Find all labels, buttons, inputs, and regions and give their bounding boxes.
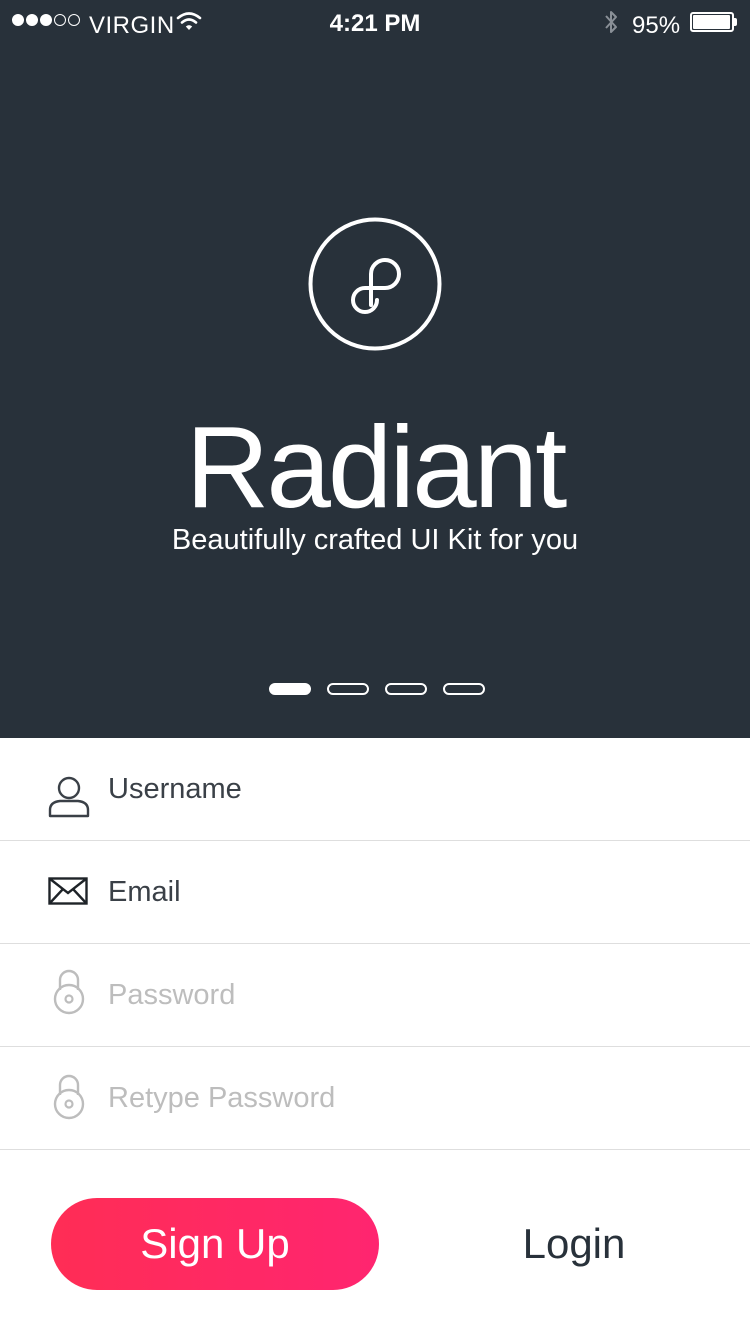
email-input[interactable] [108,841,708,943]
page-dot-1[interactable] [269,683,311,695]
username-row [0,738,750,841]
sign-up-button[interactable]: Sign Up [51,1198,379,1290]
user-icon [48,776,90,818]
app-title: Radiant [185,402,568,532]
email-row [0,841,750,944]
page-indicator [269,683,485,695]
status-bar: VIRGIN 4:21 PM 95% [0,0,750,48]
signup-form [0,738,750,1150]
password-input[interactable] [108,944,708,1046]
battery-icon [690,12,738,32]
retype-password-input[interactable] [108,1047,708,1149]
lock-icon [53,969,85,1015]
page-dot-2[interactable] [327,683,369,695]
retype-password-row [0,1047,750,1150]
lock-icon [53,1074,85,1120]
hero-banner: VIRGIN 4:21 PM 95% Radiant Beautifully c… [0,0,750,738]
username-input[interactable] [108,738,708,840]
page-dot-4[interactable] [443,683,485,695]
signup-screen: VIRGIN 4:21 PM 95% Radiant Beautifully c… [0,0,750,1334]
bluetooth-icon [605,11,617,33]
mail-icon [48,877,88,905]
login-button[interactable]: Login [470,1198,678,1290]
battery-percentage: 95% [632,12,681,39]
password-row [0,944,750,1047]
radiant-logo-icon [308,217,442,351]
page-dot-3[interactable] [385,683,427,695]
app-tagline: Beautifully crafted UI Kit for you [171,524,579,556]
